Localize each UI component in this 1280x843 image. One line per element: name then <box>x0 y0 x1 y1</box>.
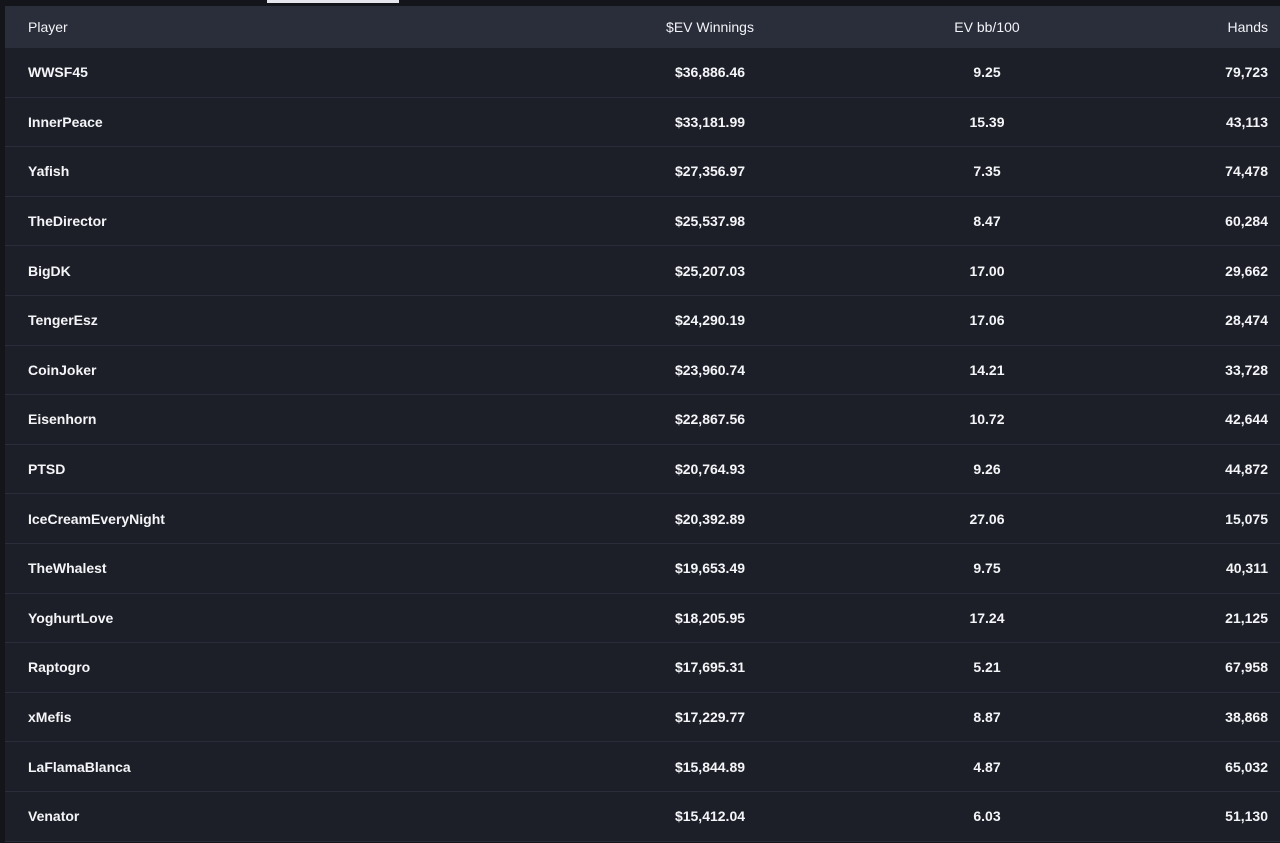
ev-bb100: 9.75 <box>973 560 1001 577</box>
player-name: TengerEsz <box>28 312 98 329</box>
ev-winnings: $18,205.95 <box>674 609 746 626</box>
hands-count: 33,728 <box>1225 361 1268 378</box>
hands-count: 43,113 <box>1225 113 1268 130</box>
ev-winnings: $20,764.93 <box>674 461 746 478</box>
hands-count: 74,478 <box>1225 163 1268 180</box>
player-name: Yafish <box>28 163 70 180</box>
hands-count: 67,958 <box>1225 659 1268 676</box>
ev-winnings: $17,695.31 <box>674 659 746 676</box>
table-row[interactable]: Eisenhorn $22,867.56 10.72 42,644 <box>5 395 1280 445</box>
hands-count: 44,872 <box>1225 461 1268 478</box>
player-name: xMefis <box>28 709 72 726</box>
hands-count: 65,032 <box>1225 758 1268 775</box>
table-row[interactable]: YoghurtLove $18,205.95 17.24 21,125 <box>5 594 1280 644</box>
hands-count: 60,284 <box>1225 213 1268 230</box>
ev-bb100: 17.06 <box>969 312 1005 329</box>
hands-count: 51,130 <box>1225 808 1268 825</box>
table-row[interactable]: LaFlamaBlanca $15,844.89 4.87 65,032 <box>5 742 1280 792</box>
player-name: BigDK <box>28 262 71 279</box>
active-tab-indicator <box>267 0 399 3</box>
ev-winnings: $15,412.04 <box>674 808 746 825</box>
table-row[interactable]: Raptogro $17,695.31 5.21 67,958 <box>5 643 1280 693</box>
player-name: TheWhalest <box>28 560 107 577</box>
player-name: Venator <box>28 808 80 825</box>
table-row[interactable]: CoinJoker $23,960.74 14.21 33,728 <box>5 346 1280 396</box>
hands-count: 38,868 <box>1225 709 1268 726</box>
table-row[interactable]: TheDirector $25,537.98 8.47 60,284 <box>5 197 1280 247</box>
hands-count: 28,474 <box>1225 312 1268 329</box>
ev-bb100: 14.21 <box>969 361 1005 378</box>
player-name: PTSD <box>28 461 66 478</box>
table-row[interactable]: WWSF45 $36,886.46 9.25 79,723 <box>5 48 1280 98</box>
table-row[interactable]: TheWhalest $19,653.49 9.75 40,311 <box>5 544 1280 594</box>
player-name: WWSF45 <box>28 64 88 81</box>
ev-winnings: $17,229.77 <box>674 709 746 726</box>
ev-bb100: 15.39 <box>969 113 1005 130</box>
table-row[interactable]: IceCreamEveryNight $20,392.89 27.06 15,0… <box>5 494 1280 544</box>
hands-count: 21,125 <box>1225 609 1268 626</box>
player-name: Raptogro <box>28 659 91 676</box>
table-row[interactable]: InnerPeace $33,181.99 15.39 43,113 <box>5 98 1280 148</box>
ev-winnings: $27,356.97 <box>674 163 746 180</box>
hands-count: 15,075 <box>1225 510 1268 527</box>
column-header-player[interactable]: Player <box>28 19 540 35</box>
ev-winnings: $24,290.19 <box>674 312 746 329</box>
ev-bb100: 7.35 <box>973 163 1001 180</box>
ev-bb100: 17.24 <box>969 609 1005 626</box>
ev-winnings: $23,960.74 <box>674 361 746 378</box>
table-row[interactable]: Yafish $27,356.97 7.35 74,478 <box>5 147 1280 197</box>
ev-winnings: $15,844.89 <box>674 758 746 775</box>
ev-winnings: $25,537.98 <box>674 213 746 230</box>
ev-winnings: $36,886.46 <box>674 64 746 81</box>
hands-count: 29,662 <box>1225 262 1268 279</box>
ev-bb100: 10.72 <box>969 411 1005 428</box>
hands-count: 40,311 <box>1225 560 1268 577</box>
table-header: Player $EV Winnings EV bb/100 Hands <box>5 6 1280 48</box>
table-row[interactable]: TengerEsz $24,290.19 17.06 28,474 <box>5 296 1280 346</box>
leaderboard-screen: Player $EV Winnings EV bb/100 Hands WWSF… <box>0 0 1280 843</box>
table-row[interactable]: BigDK $25,207.03 17.00 29,662 <box>5 246 1280 296</box>
ev-bb100: 5.21 <box>973 659 1001 676</box>
ev-bb100: 9.26 <box>973 461 1001 478</box>
ev-winnings: $25,207.03 <box>674 262 746 279</box>
player-name: TheDirector <box>28 213 107 230</box>
ev-bb100: 4.87 <box>973 758 1001 775</box>
ev-winnings: $20,392.89 <box>674 510 746 527</box>
ev-winnings: $22,867.56 <box>674 411 746 428</box>
player-name: YoghurtLove <box>28 609 114 626</box>
table-row[interactable]: PTSD $20,764.93 9.26 44,872 <box>5 445 1280 495</box>
table-row[interactable]: xMefis $17,229.77 8.87 38,868 <box>5 693 1280 743</box>
ev-winnings: $33,181.99 <box>674 113 746 130</box>
player-name: Eisenhorn <box>28 411 97 428</box>
ev-bb100: 27.06 <box>969 510 1005 527</box>
leaderboard-table: Player $EV Winnings EV bb/100 Hands WWSF… <box>5 6 1280 842</box>
player-name: InnerPeace <box>28 113 103 130</box>
hands-count: 42,644 <box>1225 411 1268 428</box>
ev-bb100: 17.00 <box>969 262 1005 279</box>
ev-bb100: 8.87 <box>973 709 1001 726</box>
ev-bb100: 6.03 <box>973 808 1001 825</box>
column-header-ev-bb100[interactable]: EV bb/100 <box>870 19 1100 35</box>
player-name: LaFlamaBlanca <box>28 758 131 775</box>
ev-winnings: $19,653.49 <box>674 560 746 577</box>
ev-bb100: 9.25 <box>973 64 1001 81</box>
hands-count: 79,723 <box>1225 64 1268 81</box>
player-name: IceCreamEveryNight <box>28 510 165 527</box>
table-row[interactable]: Venator $15,412.04 6.03 51,130 <box>5 792 1280 842</box>
column-header-hands[interactable]: Hands <box>1100 19 1280 35</box>
player-name: CoinJoker <box>28 361 97 378</box>
ev-bb100: 8.47 <box>973 213 1001 230</box>
column-header-ev-winnings[interactable]: $EV Winnings <box>540 19 870 35</box>
